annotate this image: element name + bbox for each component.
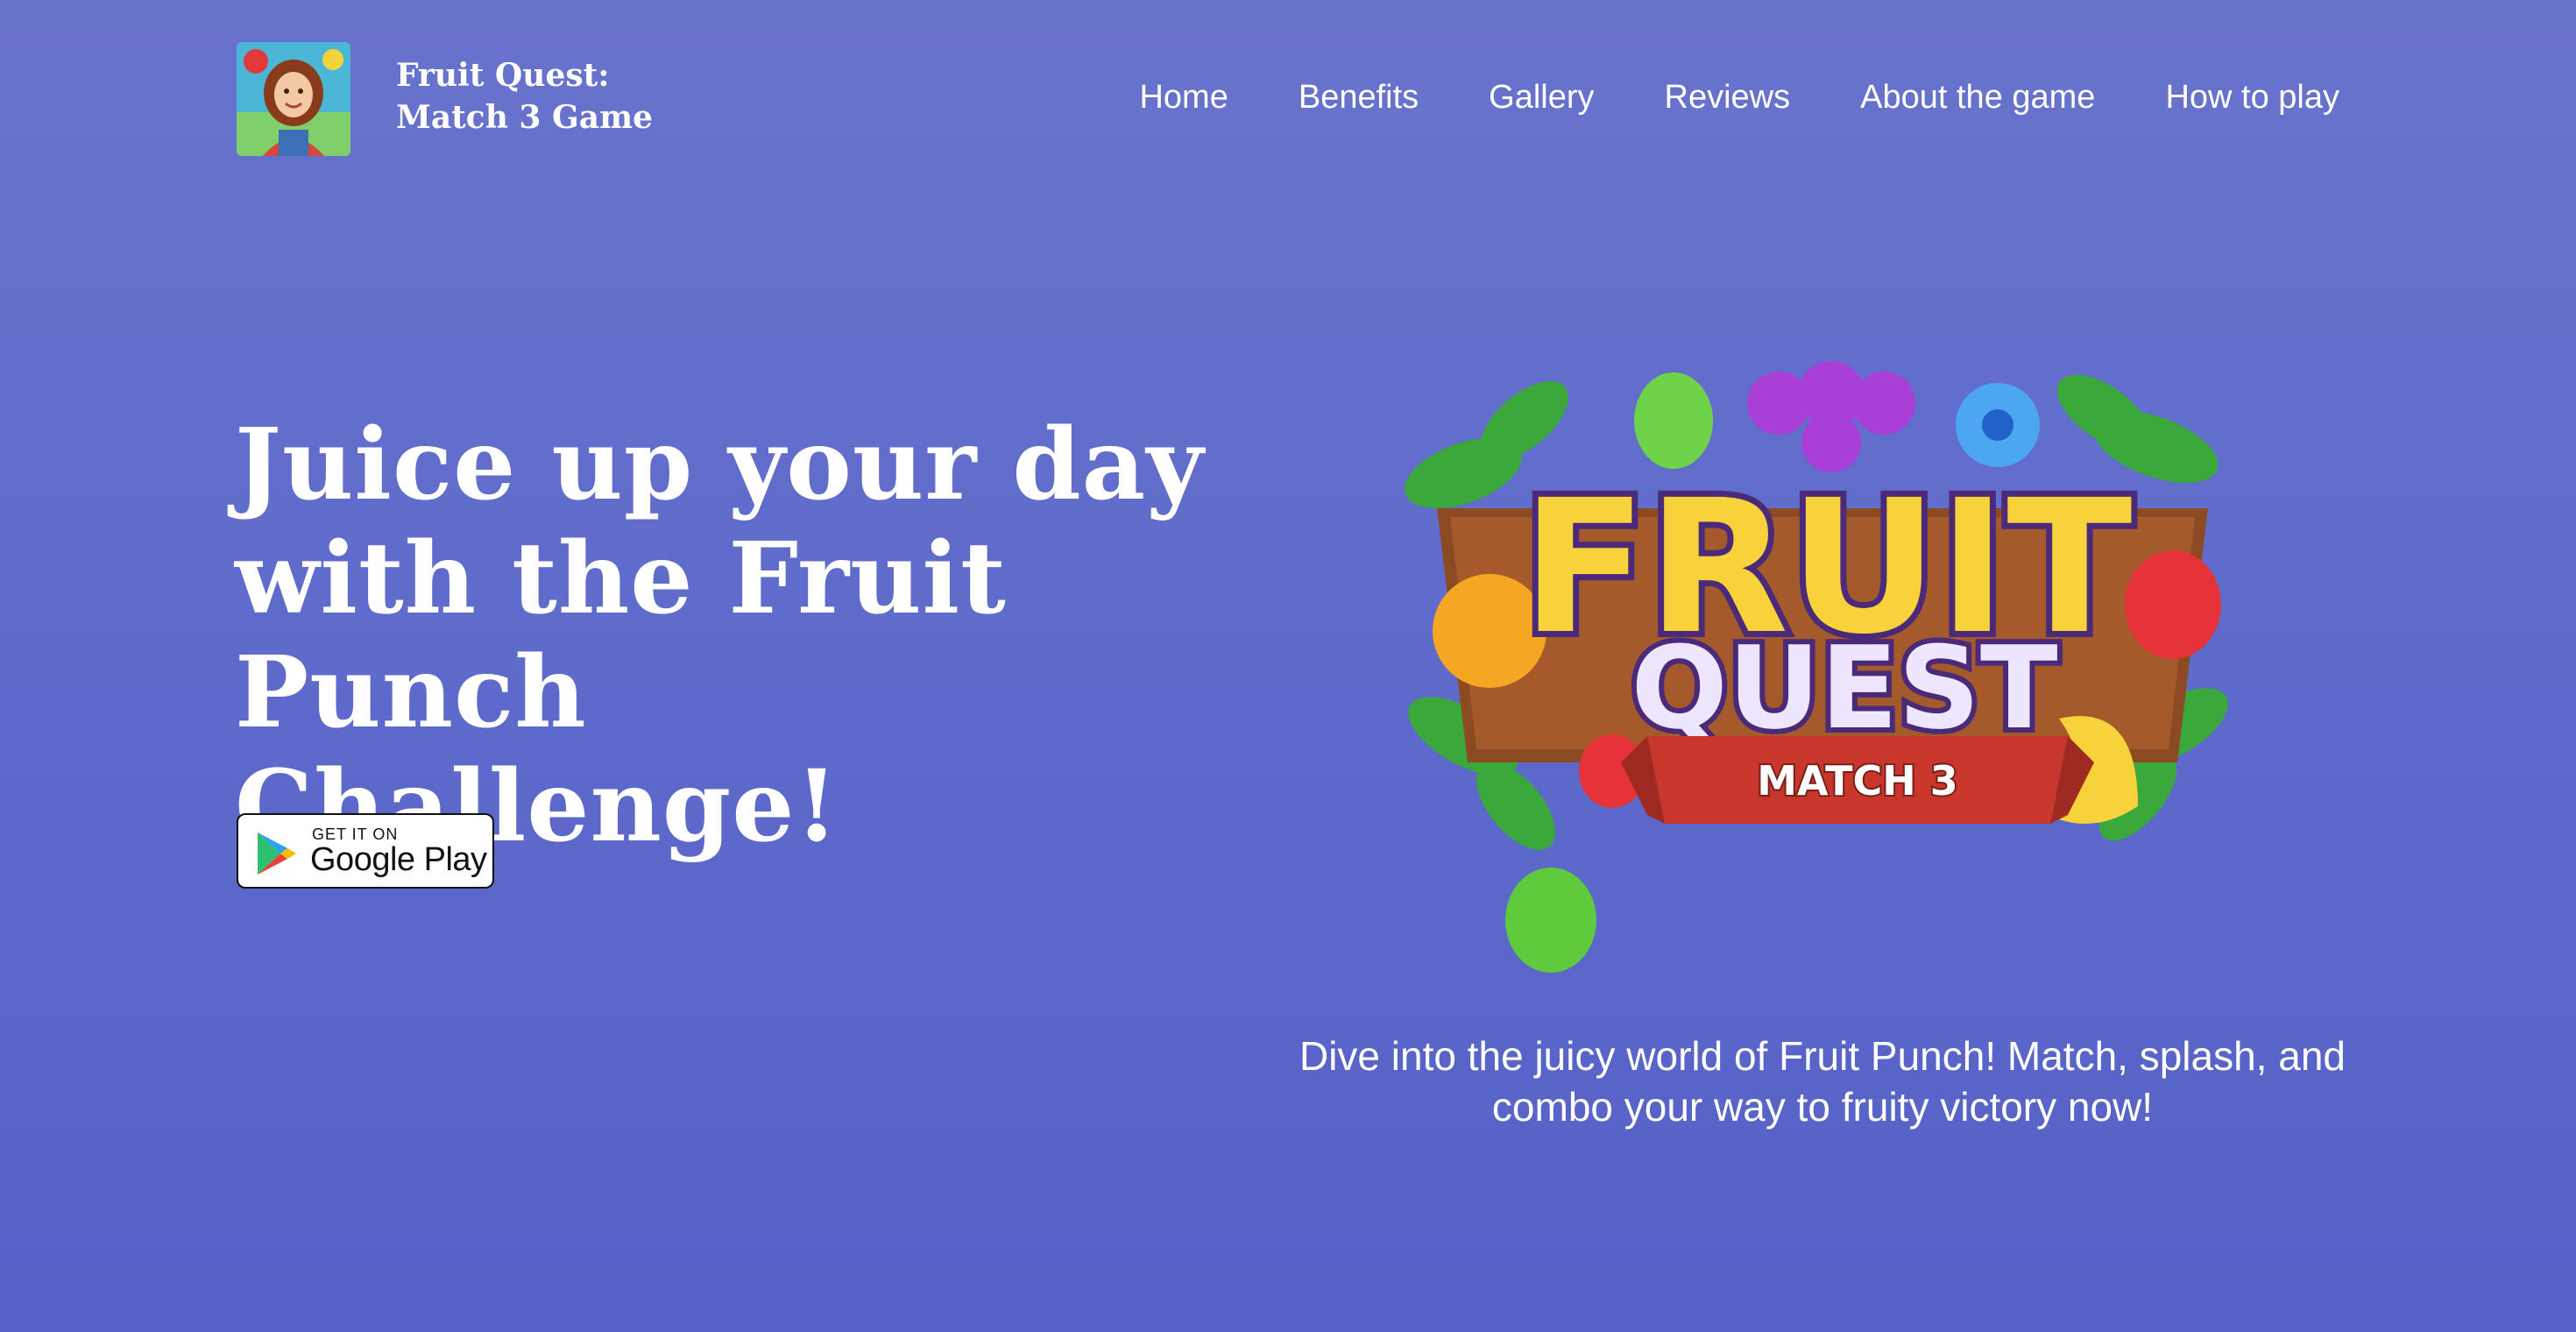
character-avatar-icon[interactable] <box>237 42 350 156</box>
nav-benefits[interactable]: Benefits <box>1299 75 1419 119</box>
logo-match3-text: MATCH 3 <box>1757 757 1957 804</box>
nav-how-to-play[interactable]: How to play <box>2165 75 2339 119</box>
google-play-icon <box>258 832 296 875</box>
brand-title[interactable]: Fruit Quest: Match 3 Game <box>396 54 711 138</box>
nav-home[interactable]: Home <box>1139 75 1228 119</box>
hero-title-line1: Juice up your day <box>235 407 1205 522</box>
nav-reviews[interactable]: Reviews <box>1665 75 1791 119</box>
hero-description: Dive into the juicy world of Fruit Punch… <box>1299 1033 2346 1130</box>
grapes-icon <box>1747 361 1915 472</box>
google-play-button[interactable]: GET IT ON Google Play <box>237 813 494 889</box>
brand-title-line2: Match 3 Game <box>396 99 654 136</box>
hero-title-line2: with the Fruit Punch <box>235 521 1007 750</box>
main-nav: Home Benefits Gallery Reviews About the … <box>1069 75 2339 119</box>
nav-gallery[interactable]: Gallery <box>1489 75 1594 119</box>
pear-bottom-icon <box>1505 868 1596 973</box>
strawberry-icon <box>2125 550 2221 659</box>
pear-icon <box>1634 372 1713 469</box>
site-header: Fruit Quest: Match 3 Game Home Benefits … <box>237 42 2339 156</box>
game-logo-artwork: FRUIT QUEST MATCH 3 <box>1384 351 2261 981</box>
logo-quest-text: QUEST <box>1631 621 2057 755</box>
google-play-store-name: Google Play <box>310 841 487 878</box>
nav-about-the-game[interactable]: About the game <box>1860 75 2095 119</box>
hero-title: Juice up your day with the Fruit Punch C… <box>235 408 1286 864</box>
brand-title-line1: Fruit Quest: <box>396 57 610 94</box>
